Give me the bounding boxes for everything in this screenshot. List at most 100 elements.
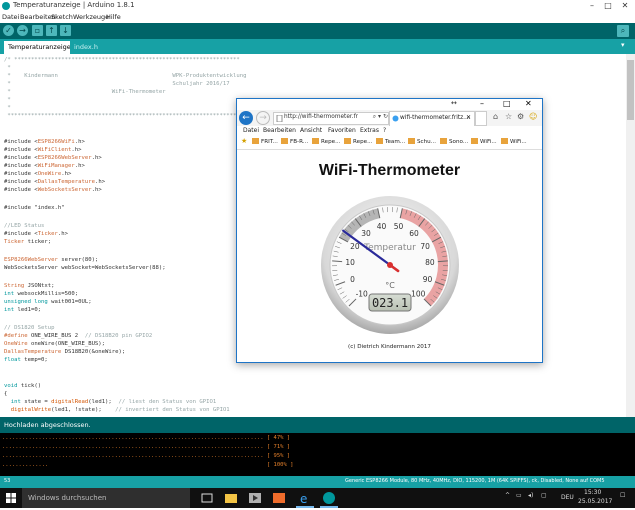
page-icon (276, 115, 283, 122)
forward-button[interactable]: → (256, 111, 270, 125)
gauge-tick-label: 40 (377, 222, 387, 231)
tab-index-h[interactable]: index.h (70, 41, 102, 54)
smiley-feedback-icon[interactable]: ☺ (529, 112, 537, 121)
internet-explorer-icon[interactable]: e (296, 490, 314, 508)
gauge-tick-label: 30 (361, 229, 371, 238)
gauge-tick-label: 80 (425, 258, 435, 267)
code-line: * (4, 96, 11, 104)
favorite-link[interactable]: Repe... (344, 138, 372, 145)
code-line: digitalWrite(led1, !state); // invertier… (4, 406, 230, 414)
tab-title: wifi-thermometer.fritz.... (400, 115, 471, 121)
app-icon[interactable] (270, 490, 288, 506)
media-player-icon[interactable] (246, 490, 264, 506)
verify-button[interactable]: ✓ (3, 25, 14, 36)
favorite-link[interactable]: Schu... (408, 138, 436, 145)
browser-title-bar: ↔ – □ ✕ (237, 99, 542, 110)
browser-menu-datei[interactable]: Datei (243, 127, 259, 134)
console-line: ........................................… (2, 435, 290, 441)
home-icon[interactable]: ⌂ (493, 112, 498, 121)
console-line: ........................................… (2, 444, 290, 450)
menu-werkzeuge[interactable]: Werkzeuge (73, 13, 109, 21)
tab-temperaturanzeige[interactable]: Temperaturanzeige (4, 41, 75, 54)
code-line: #include <WebSocketsServer.h> (4, 186, 102, 194)
gauge-tick-label: 60 (409, 229, 419, 238)
browser-minimize-button[interactable]: – (480, 99, 484, 108)
svg-text:e: e (300, 492, 307, 506)
favorites-bar: ★ FRIT... FB-R... Repe... Repe... Team..… (237, 136, 542, 150)
code-line: * Schuljahr 2016/17 (4, 80, 230, 88)
file-explorer-icon[interactable] (222, 490, 240, 506)
favorite-link[interactable]: Team... (376, 138, 405, 145)
gauge-value-text: 023.1 (372, 296, 408, 310)
tab-close-icon[interactable]: ✕ (466, 114, 471, 121)
browser-menu-extras[interactable]: Extras (360, 127, 379, 134)
language-indicator[interactable]: DEU (561, 494, 574, 501)
menu-sketch[interactable]: Sketch (51, 13, 73, 21)
code-line: #include <ESP8266WebServer.h> (4, 154, 102, 162)
resize-handle-icon[interactable]: ↔ (451, 99, 457, 107)
favorite-link[interactable]: Sono... (440, 138, 468, 145)
network-icon[interactable]: ▭ (516, 492, 522, 499)
editor-scrollbar[interactable] (626, 54, 635, 417)
favorite-link[interactable]: FB-R... (281, 138, 308, 145)
sketch-tab-bar: Temperaturanzeige index.h (0, 39, 635, 54)
new-sketch-button[interactable]: ▫ (32, 25, 43, 36)
browser-menu-bar: Datei Bearbeiten Ansicht Favoriten Extra… (237, 126, 542, 136)
clock-date[interactable]: 25.05.2017 (578, 498, 612, 505)
favorite-link[interactable]: FRIT... (252, 138, 278, 145)
browser-window: ↔ – □ ✕ ← → http://wifi-thermometer.frit… (236, 98, 543, 363)
taskbar-search[interactable]: Windows durchsuchen (22, 488, 190, 508)
favorite-link[interactable]: WiFi... (471, 138, 497, 145)
upload-button[interactable]: → (17, 25, 28, 36)
code-line: /* *************************************… (4, 56, 240, 64)
new-tab-button[interactable] (475, 111, 487, 126)
notification-icon[interactable]: ▢ (541, 492, 547, 499)
code-line: //LED Status (4, 222, 44, 230)
settings-gear-icon[interactable]: ⚙ (517, 112, 524, 121)
action-center-icon[interactable]: ☐ (620, 492, 625, 499)
scrollbar-thumb[interactable] (627, 60, 634, 120)
arduino-taskbar-icon[interactable] (320, 490, 338, 508)
maximize-button[interactable]: □ (601, 0, 615, 12)
tab-menu-icon[interactable]: ▾ (621, 41, 625, 49)
serial-monitor-button[interactable]: ⌕ (617, 25, 629, 37)
browser-maximize-button[interactable]: □ (503, 99, 511, 108)
gauge-tick-label: 100 (411, 289, 426, 298)
favorite-link[interactable]: WiFi... (501, 138, 527, 145)
browser-menu-ansicht[interactable]: Ansicht (300, 127, 322, 134)
save-sketch-button[interactable]: ↓ (60, 25, 71, 36)
arduino-logo-icon (2, 2, 10, 10)
browser-close-button[interactable]: ✕ (525, 99, 532, 108)
windows-logo-icon (0, 488, 22, 508)
search-icon[interactable]: ⌕ ▾ ↻ (358, 113, 388, 124)
task-view-icon[interactable] (198, 490, 216, 506)
console-output: ........................................… (0, 433, 635, 476)
code-line: void tick() (4, 382, 41, 390)
minimize-button[interactable]: – (585, 0, 599, 12)
back-button[interactable]: ← (239, 111, 253, 125)
menu-datei[interactable]: Datei (2, 13, 19, 21)
browser-tab[interactable]: wifi-thermometer.fritz.... ✕ (389, 111, 475, 127)
browser-menu-help[interactable]: ? (383, 127, 386, 134)
gauge-tick-label: 70 (420, 242, 430, 251)
ie-tab-icon (392, 115, 399, 122)
code-line: * (4, 64, 11, 72)
gauge-tick-label: -10 (356, 289, 368, 298)
favorites-add-icon[interactable]: ★ (241, 137, 247, 145)
open-sketch-button[interactable]: ↑ (46, 25, 57, 36)
url-field[interactable]: http://wifi-thermometer.fritz.box/ ⌕ ▾ ↻ (273, 112, 389, 125)
favorite-link[interactable]: Repe... (312, 138, 340, 145)
status-bar: Hochladen abgeschlossen. (0, 417, 635, 433)
volume-icon[interactable]: ◂) (528, 492, 533, 499)
browser-menu-bearbeiten[interactable]: Bearbeiten (263, 127, 296, 134)
clock-time[interactable]: 15:30 (584, 489, 601, 496)
favorites-star-icon[interactable]: ☆ (505, 112, 512, 121)
close-button[interactable]: ✕ (618, 0, 632, 12)
tray-chevron-icon[interactable]: ^ (505, 492, 510, 499)
gauge-major-tick (438, 261, 448, 262)
menu-hilfe[interactable]: Hilfe (106, 13, 121, 21)
start-button[interactable] (0, 488, 22, 508)
console-line: .............. [ 100% ] (2, 462, 293, 468)
code-line: #include <WiFiClient.h> (4, 146, 81, 154)
browser-menu-favoriten[interactable]: Favoriten (328, 127, 356, 134)
